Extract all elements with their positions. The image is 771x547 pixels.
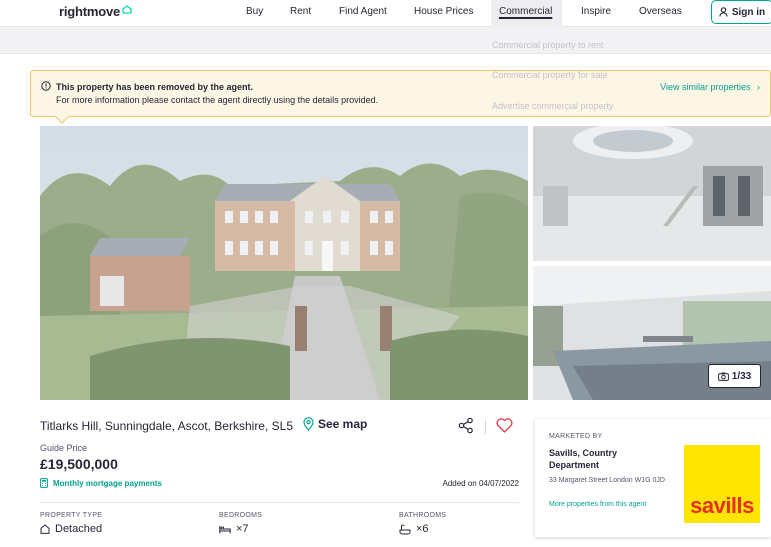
see-map-label: See map xyxy=(318,417,368,431)
save-heart-icon[interactable] xyxy=(496,418,513,433)
nav-overseas[interactable]: Overseas xyxy=(639,6,682,17)
nav-find-agent[interactable]: Find Agent xyxy=(339,6,387,17)
property-type-value: Detached xyxy=(40,523,102,535)
logo-text: rightmove xyxy=(59,4,121,19)
bedrooms-value: ×7 xyxy=(219,523,249,535)
nav-house-prices[interactable]: House Prices xyxy=(414,6,473,17)
nav-buy[interactable]: Buy xyxy=(246,6,263,17)
added-date: Added on 04/07/2022 xyxy=(442,479,519,488)
rightmove-logo[interactable]: rightmove xyxy=(59,4,132,19)
side-photo-hall[interactable] xyxy=(533,126,771,261)
action-divider xyxy=(485,419,486,434)
bathrooms-label: BATHROOMS xyxy=(399,512,447,519)
details-divider xyxy=(40,502,519,503)
property-type-text: Detached xyxy=(55,523,103,535)
price-qualifier: Guide Price xyxy=(40,443,88,453)
notice-text: For more information please contact the … xyxy=(56,95,379,105)
savills-logo-text: savills xyxy=(690,493,754,518)
share-icon[interactable] xyxy=(458,417,474,434)
commercial-dropdown-band xyxy=(0,27,771,54)
bed-icon xyxy=(219,525,231,534)
removed-notice: This property has been removed by the ag… xyxy=(30,70,771,117)
bedrooms-label: BEDROOMS xyxy=(219,512,263,519)
view-similar-label: View similar properties xyxy=(660,82,751,92)
dropdown-commercial-rent[interactable]: Commercial property to rent xyxy=(492,40,604,50)
calculator-icon xyxy=(40,478,48,488)
chevron-right-icon: › xyxy=(757,82,760,92)
photo-count-button[interactable]: 1/33 xyxy=(708,364,761,388)
camera-icon xyxy=(717,372,729,381)
bath-icon xyxy=(399,524,411,535)
savills-logo[interactable]: savills xyxy=(684,445,760,523)
mortgage-payments-link[interactable]: Monthly mortgage payments xyxy=(40,478,162,488)
bathrooms-value: ×6 xyxy=(399,523,429,535)
user-icon xyxy=(719,7,728,17)
photo-count-label: 1/33 xyxy=(731,370,752,382)
agent-name[interactable]: Savills, Country Department xyxy=(549,447,659,471)
sign-in-label: Sign in xyxy=(731,6,766,18)
dropdown-commercial-sale[interactable]: Commercial property for sale xyxy=(492,70,608,80)
nav-commercial[interactable]: Commercial xyxy=(499,6,552,17)
house-logo-icon xyxy=(122,5,132,14)
marketed-by-label: MARKETED BY xyxy=(549,433,603,440)
map-pin-icon xyxy=(303,417,314,431)
bedrooms-text: ×7 xyxy=(236,523,249,535)
mortgage-label: Monthly mortgage payments xyxy=(53,478,162,488)
nav-rent[interactable]: Rent xyxy=(290,6,311,17)
bathrooms-text: ×6 xyxy=(416,523,429,535)
agent-card: MARKETED BY Savills, Country Department … xyxy=(535,419,771,537)
mansion-photo-illustration xyxy=(40,126,528,400)
agent-address: 33 Margaret Street London W1G 0JD xyxy=(549,477,665,484)
property-type-label: PROPERTY TYPE xyxy=(40,512,103,519)
info-icon xyxy=(41,81,51,91)
notice-pointer xyxy=(55,116,69,124)
sign-in-button[interactable]: Sign in xyxy=(711,0,771,24)
atrium-photo-illustration xyxy=(533,126,771,261)
more-properties-link[interactable]: More properties from this agent xyxy=(549,501,646,508)
nav-inspire[interactable]: Inspire xyxy=(581,6,611,17)
property-address: Titlarks Hill, Sunningdale, Ascot, Berks… xyxy=(40,419,294,433)
main-property-photo[interactable] xyxy=(40,126,528,400)
dropdown-advertise-commercial[interactable]: Advertise commercial property xyxy=(492,101,614,111)
see-map-link[interactable]: See map xyxy=(303,417,367,431)
property-price: £19,500,000 xyxy=(40,456,118,472)
house-icon xyxy=(40,524,50,534)
notice-title: This property has been removed by the ag… xyxy=(56,82,254,92)
site-header: rightmove Buy Rent Find Agent House Pric… xyxy=(0,0,771,27)
view-similar-link[interactable]: View similar properties › xyxy=(660,82,760,92)
